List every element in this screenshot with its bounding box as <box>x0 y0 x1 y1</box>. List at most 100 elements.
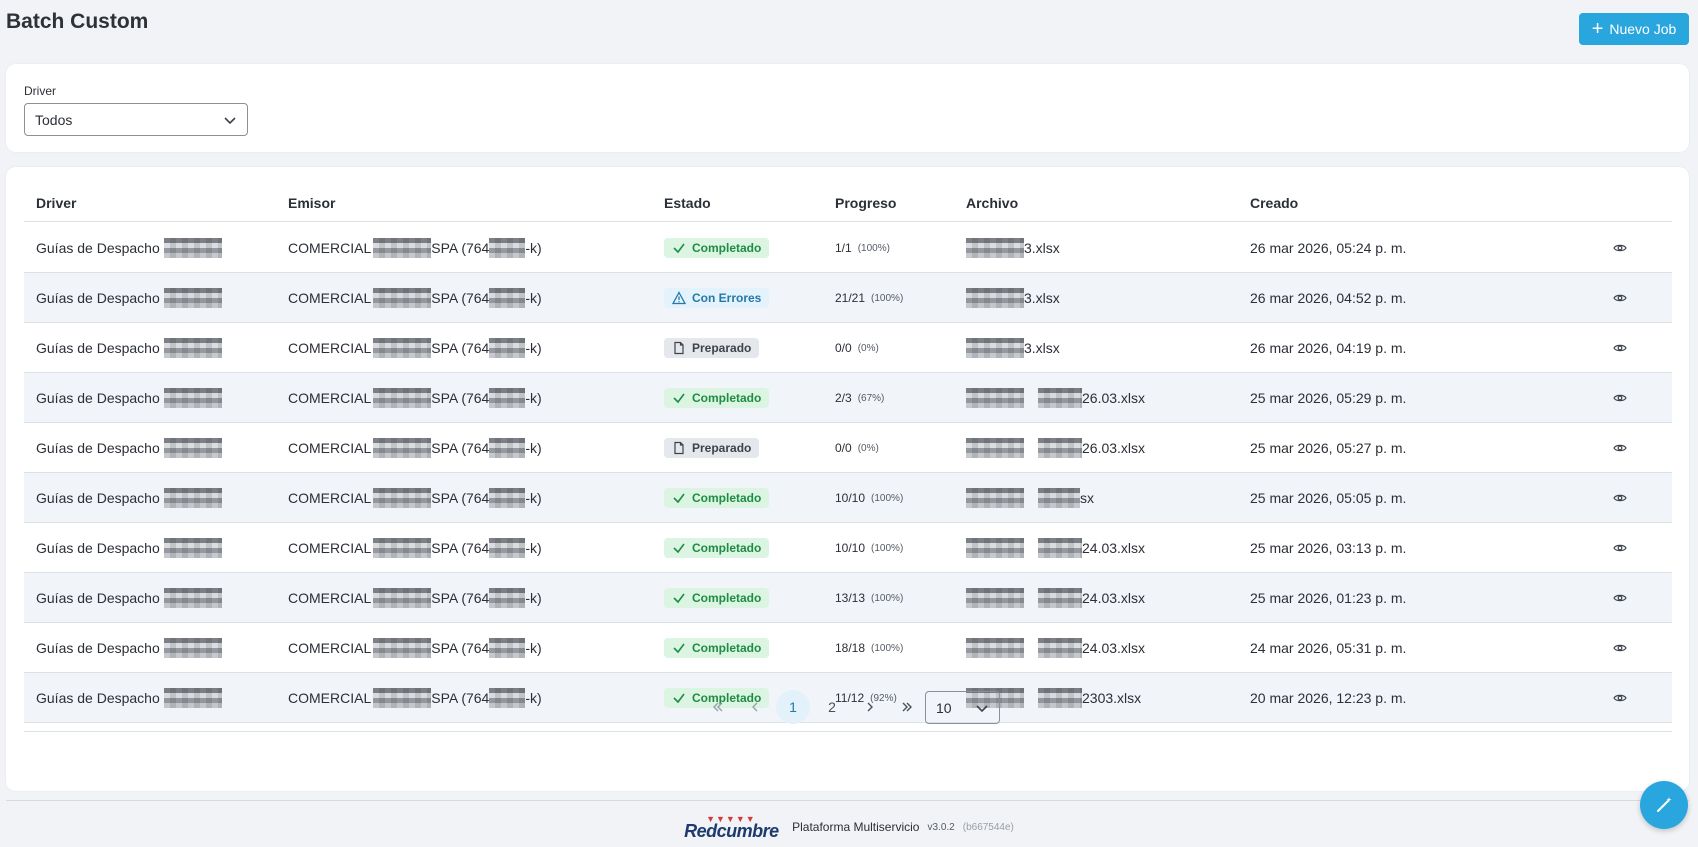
magic-wand-fab[interactable] <box>1640 781 1688 829</box>
driver-name: Guías de Despacho <box>36 290 160 306</box>
driver-name: Guías de Despacho <box>36 340 160 356</box>
status-badge: Preparado <box>664 338 760 358</box>
file-name: 3.xlsx <box>1024 340 1060 356</box>
emisor-cell: COMERCIAL SPA (764 -k) <box>288 323 542 373</box>
view-button[interactable] <box>1613 423 1627 473</box>
progress-count: 10/10 <box>835 491 866 505</box>
document-icon <box>674 341 684 355</box>
redacted-block <box>373 488 432 508</box>
driver-cell: Guías de Despacho <box>36 273 222 323</box>
status-label: Con Errores <box>692 291 762 305</box>
page-1-button[interactable]: 1 <box>776 690 810 724</box>
file-name: 24.03.xlsx <box>1082 540 1146 556</box>
view-button[interactable] <box>1613 323 1627 373</box>
progress-count: 21/21 <box>835 291 866 305</box>
next-page-button[interactable] <box>853 690 887 724</box>
file-name: 24.03.xlsx <box>1082 640 1146 656</box>
page-2-button[interactable]: 2 <box>815 690 849 724</box>
table-row: Guías de Despacho COMERCIAL SPA (764 -k)… <box>24 573 1672 623</box>
status-badge: Completado <box>664 588 770 608</box>
redacted-block <box>163 438 222 458</box>
progress-percent: (100%) <box>871 492 904 504</box>
check-icon <box>673 543 685 554</box>
archivo-cell[interactable]: 3.xlsx <box>966 223 1060 273</box>
progress-percent: (100%) <box>857 242 890 254</box>
estado-cell: Preparado <box>664 423 760 473</box>
progreso-cell: 13/13 (100%) <box>835 573 903 623</box>
footer-divider <box>6 800 1689 801</box>
file-name: 26.03.xlsx <box>1082 440 1146 456</box>
status-label: Completado <box>692 241 762 255</box>
driver-cell: Guías de Despacho <box>36 623 222 673</box>
table-row: Guías de Despacho COMERCIAL SPA (764 -k)… <box>24 523 1672 573</box>
progress-count: 13/13 <box>835 591 866 605</box>
view-button[interactable] <box>1613 523 1627 573</box>
progreso-cell: 21/21 (100%) <box>835 273 903 323</box>
status-badge: Con Errores <box>664 288 770 308</box>
progreso-cell: 0/0 (0%) <box>835 323 879 373</box>
emisor-suffix: -k) <box>525 590 542 606</box>
driver-name: Guías de Despacho <box>36 640 160 656</box>
archivo-cell[interactable]: 26.03.xlsx <box>966 423 1145 473</box>
rows-per-page-select[interactable]: 10 <box>925 691 1000 724</box>
archivo-cell[interactable]: 24.03.xlsx <box>966 573 1145 623</box>
archivo-cell[interactable]: 3.xlsx <box>966 323 1060 373</box>
table-row: Guías de Despacho COMERCIAL SPA (764 -k)… <box>24 423 1672 473</box>
view-button[interactable] <box>1613 223 1627 273</box>
new-job-button[interactable]: + Nuevo Job <box>1579 13 1689 45</box>
redacted-block <box>489 538 526 558</box>
emisor-cell: COMERCIAL SPA (764 -k) <box>288 223 542 273</box>
eye-icon <box>1613 644 1627 652</box>
file-name: 3.xlsx <box>1024 240 1060 256</box>
status-label: Preparado <box>692 341 752 355</box>
column-header-archivo: Archivo <box>966 195 1019 211</box>
creado-cell: 26 mar 2026, 05:24 p. m. <box>1250 223 1406 273</box>
emisor-prefix: COMERCIAL <box>288 540 372 556</box>
document-icon <box>674 441 684 455</box>
eye-icon <box>1613 544 1627 552</box>
view-button[interactable] <box>1613 473 1627 523</box>
platform-version: v3.0.2 <box>927 821 955 833</box>
created-date: 26 mar 2026, 05:24 p. m. <box>1250 240 1407 256</box>
jobs-table-card: Driver Emisor Estado Progreso Archivo Cr… <box>6 167 1689 791</box>
creado-cell: 25 mar 2026, 03:13 p. m. <box>1250 523 1406 573</box>
table-header: Driver Emisor Estado Progreso Archivo Cr… <box>24 167 1672 222</box>
redacted-block <box>489 638 526 658</box>
archivo-cell[interactable]: sx <box>966 473 1094 523</box>
redacted-block <box>163 488 222 508</box>
prev-page-button[interactable] <box>738 690 772 724</box>
view-button[interactable] <box>1613 373 1627 423</box>
emisor-suffix: -k) <box>525 640 542 656</box>
archivo-cell[interactable]: 26.03.xlsx <box>966 373 1145 423</box>
created-date: 26 mar 2026, 04:52 p. m. <box>1250 290 1407 306</box>
plus-icon: + <box>1591 18 1604 40</box>
archivo-cell[interactable]: 24.03.xlsx <box>966 623 1145 673</box>
view-button[interactable] <box>1613 623 1627 673</box>
redacted-block <box>1038 488 1080 508</box>
driver-name: Guías de Despacho <box>36 490 160 506</box>
progress-percent: (0%) <box>857 442 879 454</box>
created-date: 25 mar 2026, 01:23 p. m. <box>1250 590 1407 606</box>
redacted-block <box>373 588 432 608</box>
archivo-cell[interactable]: 24.03.xlsx <box>966 523 1145 573</box>
status-badge: Preparado <box>664 438 760 458</box>
driver-filter-select[interactable]: Todos <box>24 103 248 136</box>
redacted-block <box>489 588 526 608</box>
emisor-middle: SPA (764 <box>431 640 490 656</box>
view-button[interactable] <box>1613 273 1627 323</box>
archivo-cell[interactable]: 3.xlsx <box>966 273 1060 323</box>
status-label: Preparado <box>692 441 752 455</box>
redacted-block <box>1038 388 1082 408</box>
emisor-cell: COMERCIAL SPA (764 -k) <box>288 273 542 323</box>
last-page-button[interactable] <box>890 690 924 724</box>
build-hash: (b667544e) <box>962 821 1014 833</box>
redacted-block <box>373 438 432 458</box>
eye-icon <box>1613 444 1627 452</box>
emisor-suffix: -k) <box>525 340 542 356</box>
view-button[interactable] <box>1613 573 1627 623</box>
first-page-button[interactable] <box>701 690 735 724</box>
redacted-block <box>966 388 1024 408</box>
double-chevron-left-icon <box>713 702 723 712</box>
check-icon <box>673 493 685 504</box>
progreso-cell: 10/10 (100%) <box>835 473 903 523</box>
